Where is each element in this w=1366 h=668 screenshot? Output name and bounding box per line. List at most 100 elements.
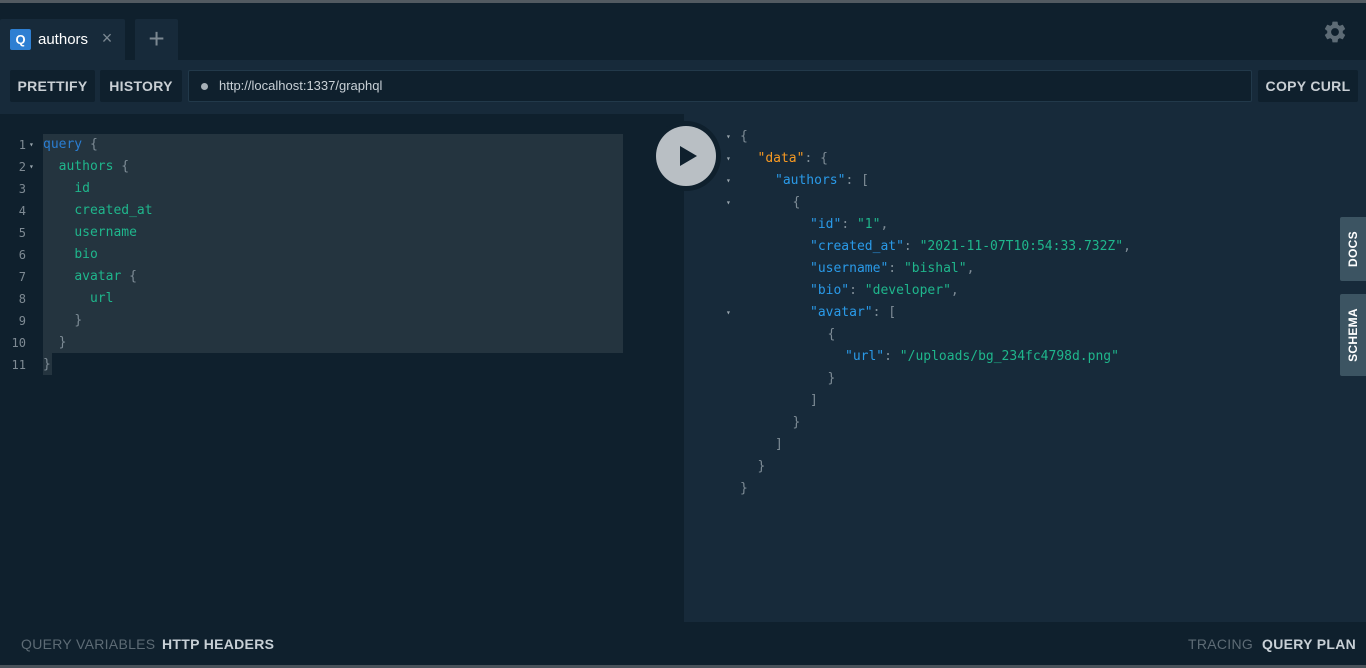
editor-line: 3 id bbox=[0, 178, 684, 200]
tab-authors[interactable]: Q authors × bbox=[0, 19, 125, 60]
fold-arrow-icon[interactable]: ▾ bbox=[726, 170, 731, 192]
result-line: ▾{ bbox=[684, 192, 1366, 214]
docs-tab[interactable]: DOCS bbox=[1340, 217, 1366, 281]
tracing-tab[interactable]: TRACING bbox=[1188, 636, 1253, 652]
query-plan-tab[interactable]: QUERY PLAN bbox=[1262, 636, 1356, 652]
editor-line: 1 ▾ query { bbox=[0, 134, 684, 156]
json-text: "bio": "developer", bbox=[810, 283, 959, 298]
result-line: } bbox=[684, 456, 1366, 478]
query-editor[interactable]: 1 ▾ query {2 ▾ authors {3 id 4 created_at 5 u… bbox=[0, 114, 684, 622]
query-variables-tab[interactable]: QUERY VARIABLES bbox=[21, 636, 155, 652]
add-tab-button[interactable]: + bbox=[135, 19, 178, 60]
gear-icon[interactable] bbox=[1322, 19, 1348, 45]
fold-arrow-icon[interactable]: ▾ bbox=[29, 156, 34, 178]
editor-line: 6 bio bbox=[0, 244, 684, 266]
run-button-face bbox=[656, 126, 716, 186]
line-number: 2 bbox=[18, 160, 26, 174]
result-line: } bbox=[684, 412, 1366, 434]
fold-arrow-icon[interactable]: ▾ bbox=[726, 302, 731, 324]
copy-curl-button[interactable]: COPY CURL bbox=[1258, 70, 1358, 102]
json-text: "data": { bbox=[757, 151, 828, 166]
line-number: 6 bbox=[18, 248, 26, 262]
tab-bar: Q authors × + bbox=[0, 3, 1366, 60]
code-text: } bbox=[58, 335, 67, 350]
endpoint-url-input[interactable]: http://localhost:1337/graphql bbox=[188, 70, 1252, 102]
history-button[interactable]: HISTORY bbox=[100, 70, 182, 102]
line-number: 3 bbox=[18, 182, 26, 196]
code-text: authors { bbox=[58, 159, 130, 174]
json-text: } bbox=[740, 481, 748, 496]
fold-arrow-icon[interactable]: ▾ bbox=[726, 148, 731, 170]
fold-arrow-icon[interactable]: ▾ bbox=[726, 192, 731, 214]
docs-tab-label: DOCS bbox=[1346, 231, 1360, 267]
result-line: "created_at": "2021-11-07T10:54:33.732Z"… bbox=[684, 236, 1366, 258]
json-text: ] bbox=[775, 437, 783, 452]
editor-line: 9 } bbox=[0, 310, 684, 332]
status-dot-icon bbox=[201, 83, 208, 90]
json-text: "url": "/uploads/bg_234fc4798d.png" bbox=[845, 349, 1119, 364]
code-text: } bbox=[43, 357, 51, 372]
json-text: "created_at": "2021-11-07T10:54:33.732Z"… bbox=[810, 239, 1131, 254]
editor-line: 11} bbox=[0, 354, 684, 376]
query-badge-icon: Q bbox=[10, 29, 31, 50]
editor-line: 8 url bbox=[0, 288, 684, 310]
json-text: { bbox=[827, 327, 836, 342]
line-number: 11 bbox=[11, 358, 26, 372]
result-line: ▾ "data": { bbox=[684, 148, 1366, 170]
editor-line: 7 avatar { bbox=[0, 266, 684, 288]
line-number: 9 bbox=[18, 314, 26, 328]
prettify-button[interactable]: PRETTIFY bbox=[10, 70, 95, 102]
close-icon[interactable]: × bbox=[98, 28, 116, 48]
code-text: avatar { bbox=[74, 269, 137, 284]
http-headers-tab[interactable]: HTTP HEADERS bbox=[162, 636, 274, 652]
result-line: ▾{ bbox=[684, 126, 1366, 148]
play-icon bbox=[680, 146, 697, 166]
code-text: bio bbox=[74, 247, 98, 262]
schema-tab-label: SCHEMA bbox=[1346, 308, 1360, 362]
result-line: "id": "1", bbox=[684, 214, 1366, 236]
json-text: } bbox=[792, 415, 801, 430]
result-line: ] bbox=[684, 390, 1366, 412]
endpoint-url-text: http://localhost:1337/graphql bbox=[219, 78, 383, 93]
code-text: query { bbox=[43, 137, 98, 152]
result-line: ▾ "avatar": [ bbox=[684, 302, 1366, 324]
result-line: ] bbox=[684, 434, 1366, 456]
result-line: "username": "bishal", bbox=[684, 258, 1366, 280]
line-number: 8 bbox=[18, 292, 26, 306]
json-text: ] bbox=[810, 393, 818, 408]
line-number: 7 bbox=[18, 270, 26, 284]
json-text: "username": "bishal", bbox=[810, 261, 975, 276]
editor-line: 4 created_at bbox=[0, 200, 684, 222]
line-number: 5 bbox=[18, 226, 26, 240]
tab-title: authors bbox=[38, 31, 89, 48]
editor-line: 5 username bbox=[0, 222, 684, 244]
editor-line: 2 ▾ authors { bbox=[0, 156, 684, 178]
bottom-bar: QUERY VARIABLES HTTP HEADERS TRACING QUE… bbox=[0, 622, 1366, 665]
code-text: id bbox=[74, 181, 90, 196]
json-text: } bbox=[827, 371, 836, 386]
result-viewer[interactable]: ▾{▾ "data": {▾ "authors": [▾{"id": "1", "cr… bbox=[684, 114, 1366, 622]
json-text: } bbox=[757, 459, 766, 474]
code-text: url bbox=[89, 291, 114, 306]
run-query-button[interactable] bbox=[651, 121, 721, 191]
code-text: username bbox=[74, 225, 137, 240]
fold-arrow-icon[interactable]: ▾ bbox=[726, 126, 731, 148]
code-text: } bbox=[74, 313, 83, 328]
line-number: 10 bbox=[11, 336, 26, 350]
result-line: } bbox=[684, 478, 1366, 500]
json-text: { bbox=[792, 195, 801, 210]
fold-arrow-icon[interactable]: ▾ bbox=[29, 134, 34, 156]
line-number: 1 bbox=[18, 138, 26, 152]
result-line: } bbox=[684, 368, 1366, 390]
line-number: 4 bbox=[18, 204, 26, 218]
result-line: ▾ "authors": [ bbox=[684, 170, 1366, 192]
json-text: "authors": [ bbox=[775, 173, 869, 188]
result-line: "bio": "developer", bbox=[684, 280, 1366, 302]
result-line: "url": "/uploads/bg_234fc4798d.png" bbox=[684, 346, 1366, 368]
result-line: { bbox=[684, 324, 1366, 346]
code-text: created_at bbox=[74, 203, 153, 218]
json-text: { bbox=[740, 129, 748, 144]
schema-tab[interactable]: SCHEMA bbox=[1340, 294, 1366, 376]
editor-line: 10 } bbox=[0, 332, 684, 354]
json-text: "avatar": [ bbox=[810, 305, 897, 320]
